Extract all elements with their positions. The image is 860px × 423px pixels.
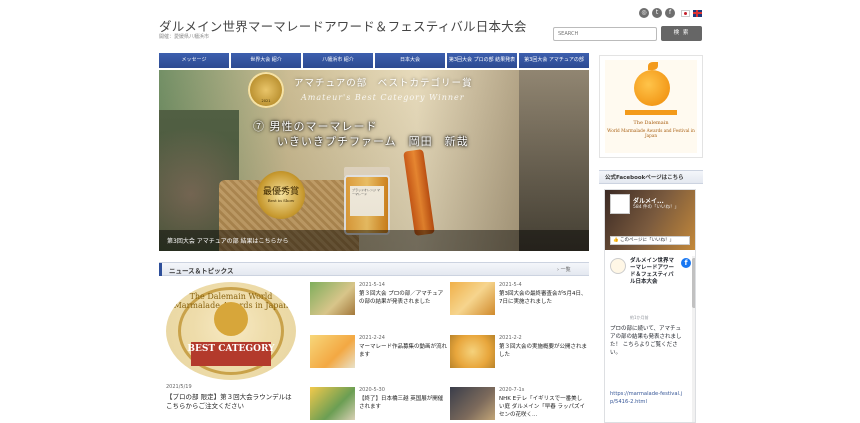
english-flag-icon[interactable]	[693, 9, 702, 17]
facebook-post-body: プロの部に続いて、アマチュアの部の結果も発表されました！ こちらよりご覧ください…	[610, 326, 682, 356]
news-title: 第３回大会の実施概要が公開されました	[499, 344, 588, 358]
nav-item-pro-results[interactable]: 第3回大会 プロの部 結果発表	[447, 53, 517, 68]
news-item[interactable]: 2021-5-14 第３回大会 プロの部／アマチュアの部の結果が発表されました	[310, 282, 450, 322]
featured-news-image[interactable]: The Dalemain World Marmalade Awards in J…	[166, 282, 296, 380]
hero-category-en: Amateur's Best Category Winner	[301, 93, 465, 102]
news-date: 2021-5-14	[359, 282, 385, 288]
hero-winner-line2: いきいきプチファーム 岡田 新哉	[277, 135, 469, 148]
news-date: 2021-2-24	[359, 335, 385, 341]
facebook-post-link[interactable]: https://marmalade-festival.jp/5416-2.htm…	[610, 390, 686, 406]
facebook-post-time: 約1か月前	[630, 315, 649, 320]
news-item[interactable]: 2021-2-2 第３回大会の実施概要が公開されました	[450, 335, 590, 375]
page: ダルメイン世界マーマレードアワード＆フェスティバル日本大会 開催：愛媛県八幡浜市…	[0, 0, 860, 423]
news-date: 2021-2-2	[499, 335, 522, 341]
news-item[interactable]: 2021-2-24 マーマレード作品募集の動画が流れます	[310, 335, 450, 375]
facebook-likes-count: 584 件の「いいね！」	[633, 205, 680, 210]
featured-news-title[interactable]: 【プロの部 限定】第３回大会ラウンデルはこちらからご注文ください	[166, 393, 298, 411]
facebook-post-avatar[interactable]	[610, 258, 626, 274]
main-nav: メッセージ 世界大会 紹介 八幡浜市 紹介 日本大会 第3回大会 プロの部 結果…	[159, 53, 589, 68]
award-best-category-text: BEST CATEGORY	[187, 344, 275, 354]
orange-globe-icon	[634, 70, 670, 106]
search-input[interactable]	[553, 27, 657, 41]
search-button[interactable]: 検 索	[661, 26, 702, 41]
nav-item-japan-event[interactable]: 日本大会	[375, 53, 445, 68]
thumbs-up-icon: 👍	[613, 238, 619, 243]
hero-winner-line1: ⑦ 男性のマーマレード	[253, 120, 378, 133]
news-item[interactable]: 2020-5-30 【終了】日本橋三越 英国展が開催されます	[310, 387, 450, 423]
facebook-like-label: このページに「いいね！」	[620, 238, 674, 243]
news-more-link[interactable]: › 一覧	[557, 266, 571, 273]
badge-main-text: 最優秀賞	[262, 187, 299, 197]
nav-item-world-event[interactable]: 世界大会 紹介	[231, 53, 301, 68]
twitter-icon[interactable]: t	[652, 8, 662, 18]
news-thumbnail	[310, 335, 355, 368]
facebook-icon[interactable]: f	[665, 8, 675, 18]
news-title: 第３回大会 プロの部／アマチュアの部の結果が発表されました	[359, 291, 444, 305]
news-item[interactable]: 2020-7-1s NHK Eテレ「イギリスで一番美しい庭 ダルメイン「早春 ラ…	[450, 387, 590, 423]
news-date: 2021-5-4	[499, 282, 522, 288]
social-links: ◎ t f	[639, 8, 702, 18]
instagram-icon[interactable]: ◎	[639, 8, 649, 18]
best-in-show-badge: 最優秀賞 Best in Show	[257, 171, 305, 219]
logo-subtitle: World Marmalade Awards and Festival in J…	[607, 128, 695, 138]
nav-item-amateur[interactable]: 第3回大会 アマチュアの部	[519, 53, 589, 68]
hero-category: アマチュアの部 ベストカテゴリー賞	[294, 78, 473, 89]
hero-slider[interactable]: ブラッドオレンジ マーマレード アマチュアの部 ベストカテゴリー賞 Amateu…	[159, 70, 589, 251]
nav-item-message[interactable]: メッセージ	[159, 53, 229, 68]
news-title: 【終了】日本橋三越 英国展が開催されます	[359, 396, 444, 410]
globe-icon	[214, 302, 248, 336]
facebook-like-button[interactable]: 👍 このページに「いいね！」	[610, 236, 690, 245]
logo-name: The Dalemain	[633, 120, 669, 126]
news-thumbnail	[450, 335, 495, 368]
japanese-flag-icon[interactable]	[681, 9, 690, 17]
news-title: マーマレード作品募集の動画が流れます	[359, 344, 448, 358]
news-thumbnail	[450, 282, 495, 315]
news-title: 第3回大会の最終審査会が5月4日、7日に実施されました	[499, 291, 587, 305]
badge-sub-text: Best in Show	[267, 198, 295, 203]
facebook-section-title: 公式Facebookページはこちら	[605, 175, 684, 181]
news-date: 2020-5-30	[359, 387, 385, 393]
news-section-title: ニュース＆トピックス	[169, 267, 234, 275]
news-thumbnail	[450, 387, 495, 420]
facebook-post-author[interactable]: ダルメイン世界マーマレードアワード＆フェスティバル日本大会	[630, 258, 678, 286]
news-title: NHK Eテレ「イギリスで一番美しい庭 ダルメイン「早春 ラッパズイセンの花咲く…	[499, 396, 585, 418]
facebook-widget[interactable]: ダルメイ... 584 件の「いいね！」 👍 このページに「いいね！」 ダルメイ…	[604, 189, 696, 423]
nav-item-yawatahama[interactable]: 八幡浜市 紹介	[303, 53, 373, 68]
facebook-scrollbar-thumb[interactable]	[692, 258, 695, 308]
news-thumbnail	[310, 282, 355, 315]
news-date: 2020-7-1s	[499, 387, 525, 393]
hero-caption[interactable]: 第3回大会 アマチュアの部 結果はこちらから	[167, 236, 289, 245]
logo-banner	[625, 110, 677, 115]
news-item[interactable]: 2021-5-4 第3回大会の最終審査会が5月4日、7日に実施されました	[450, 282, 590, 322]
facebook-page-logo[interactable]	[610, 194, 630, 214]
leaf-icon	[648, 62, 658, 70]
news-more-label: 一覧	[560, 267, 571, 273]
facebook-icon[interactable]: f	[681, 258, 691, 268]
best-category-medal-icon	[248, 72, 284, 108]
featured-news-date: 2021/5/19	[166, 384, 192, 390]
news-thumbnail	[310, 387, 355, 420]
site-subtitle: 開催：愛媛県八幡浜市	[159, 34, 210, 40]
site-title[interactable]: ダルメイン世界マーマレードアワード＆フェスティバル日本大会	[159, 16, 527, 35]
